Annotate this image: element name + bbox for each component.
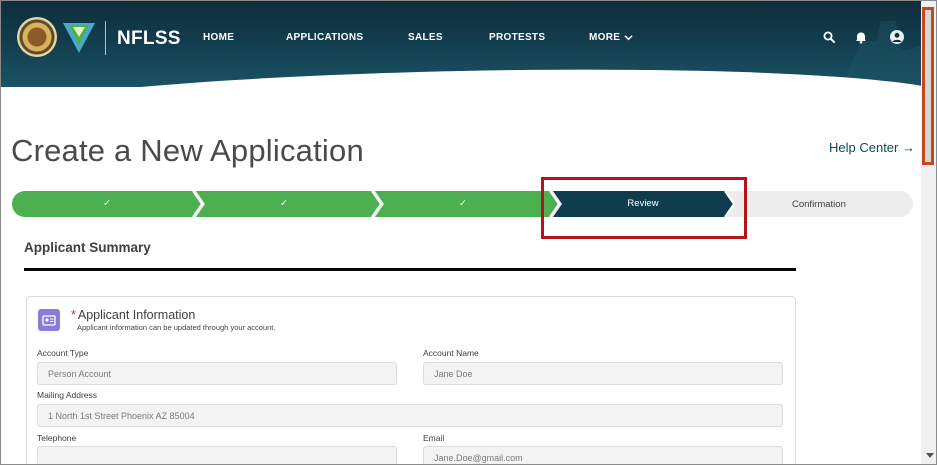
section-divider [24, 268, 796, 271]
help-center-link[interactable]: Help Center → [829, 140, 915, 155]
app-window: NFLSS HOME APPLICATIONS SALES PROTESTS M… [0, 0, 937, 465]
nav-sales[interactable]: SALES [408, 32, 443, 43]
step-confirmation[interactable]: Confirmation [792, 199, 846, 210]
page-title: Create a New Application [11, 133, 364, 168]
top-header: NFLSS HOME APPLICATIONS SALES PROTESTS M… [1, 1, 921, 87]
nav-more[interactable]: MORE [589, 32, 633, 43]
bell-icon[interactable] [854, 30, 868, 44]
logo-divider [105, 21, 106, 55]
account-name-label: Account Name [423, 348, 479, 358]
nav-protests[interactable]: PROTESTS [489, 32, 545, 43]
review-step-highlight [541, 177, 747, 239]
nav-home[interactable]: HOME [203, 32, 234, 43]
search-icon[interactable] [822, 30, 836, 44]
account-type-label: Account Type [37, 348, 89, 358]
mailing-address-label: Mailing Address [37, 390, 98, 400]
telephone-field[interactable] [37, 446, 397, 464]
section-title-applicant-summary: Applicant Summary [24, 240, 151, 255]
account-type-field[interactable]: Person Account [37, 362, 397, 385]
card-title-text: Applicant Information [77, 308, 196, 322]
email-field[interactable]: Jane.Doe@gmail.com [423, 446, 783, 464]
scrollbar-thumb-highlighted[interactable] [922, 7, 934, 165]
contact-card-icon [38, 309, 60, 331]
account-name-field[interactable]: Jane Doe [423, 362, 783, 385]
telephone-label: Telephone [37, 433, 77, 443]
card-subtitle: Applicant information can be updated thr… [77, 323, 276, 332]
progress-path: ✓ ✓ ✓ Review Confirmation [12, 191, 913, 217]
nav-more-label: MORE [589, 32, 621, 43]
step-3-check-icon[interactable]: ✓ [456, 198, 470, 209]
required-marker: * [71, 308, 76, 322]
brand-name[interactable]: NFLSS [117, 28, 181, 50]
doi-seal-logo[interactable] [17, 17, 57, 57]
scroll-down-arrow-icon[interactable] [926, 453, 934, 458]
nav-applications[interactable]: APPLICATIONS [286, 32, 363, 43]
email-label: Email [423, 433, 445, 443]
user-avatar-icon[interactable] [890, 30, 904, 44]
step-2-check-icon[interactable]: ✓ [277, 198, 291, 209]
step-1-check-icon[interactable]: ✓ [100, 198, 114, 209]
mailing-address-field[interactable]: 1 North 1st Street Phoenix AZ 85004 [37, 404, 783, 427]
card-title: * Applicant Information [71, 308, 195, 322]
chevron-down-icon [624, 35, 633, 41]
blm-logo[interactable] [61, 19, 97, 55]
